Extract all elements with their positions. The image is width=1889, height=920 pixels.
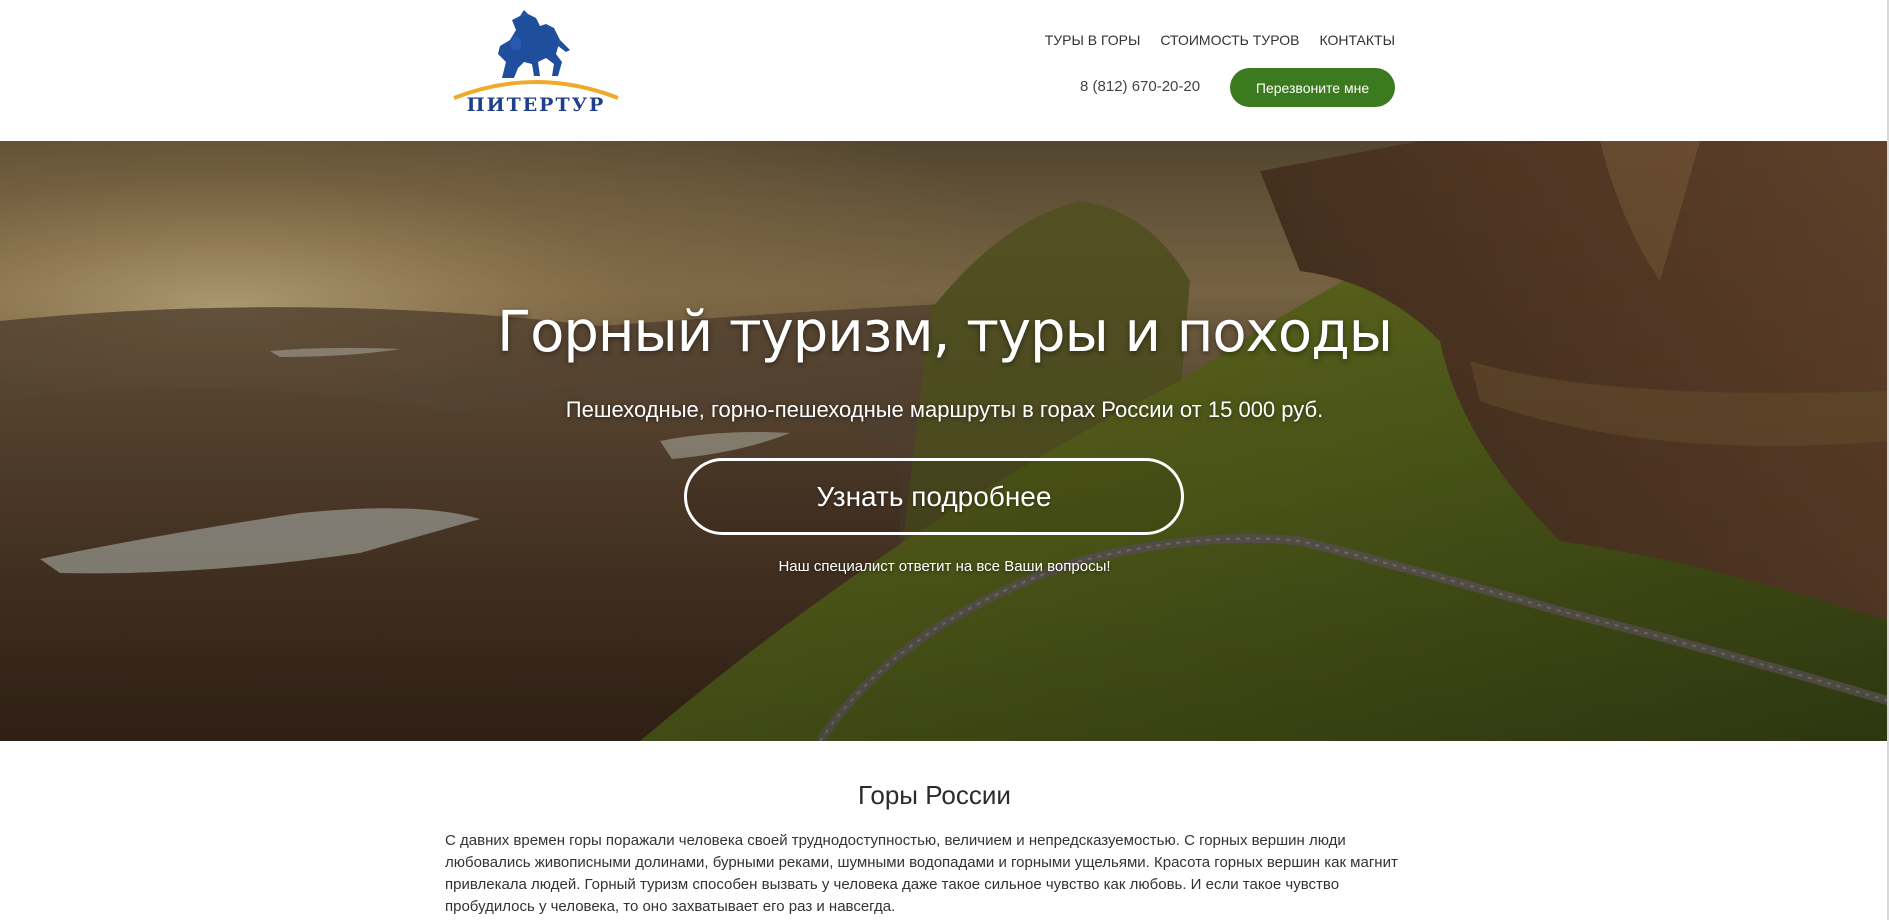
section-title: Горы России [858,780,1011,810]
section-text: С давних времен горы поражали человека с… [445,832,1398,915]
hero-banner: Горный туризм, туры и походы Пешеходные,… [0,141,1889,741]
site-header: ПИТЕРТУР ТУРЫ В ГОРЫ СТОИМОСТЬ ТУРОВ КОН… [0,0,1889,141]
callback-button[interactable]: Перезвоните мне [1230,68,1395,107]
site-logo[interactable]: ПИТЕРТУР [450,10,622,122]
nav-item-tours[interactable]: ТУРЫ В ГОРЫ [1045,32,1141,48]
hero-subtitle: Пешеходные, горно-пешеходные маршруты в … [565,397,1324,422]
mountains-section: Горы России С давних времен горы поражал… [0,741,1889,920]
nav-item-contacts[interactable]: КОНТАКТЫ [1319,32,1395,48]
hero-title: Горный туризм, туры и походы [496,300,1393,365]
phone-number[interactable]: 8 (812) 670-20-20 [1080,78,1200,95]
hero-note: Наш специалист ответит на все Ваши вопро… [778,558,1111,575]
nav-item-prices[interactable]: СТОИМОСТЬ ТУРОВ [1160,32,1299,48]
brand-name: ПИТЕРТУР [466,94,606,116]
main-nav: ТУРЫ В ГОРЫ СТОИМОСТЬ ТУРОВ КОНТАКТЫ [1045,32,1395,48]
learn-more-button[interactable]: Узнать подробнее [684,458,1184,535]
horse-rider-icon [453,10,619,100]
hero-content: Горный туризм, туры и походы Пешеходные,… [0,141,1889,741]
